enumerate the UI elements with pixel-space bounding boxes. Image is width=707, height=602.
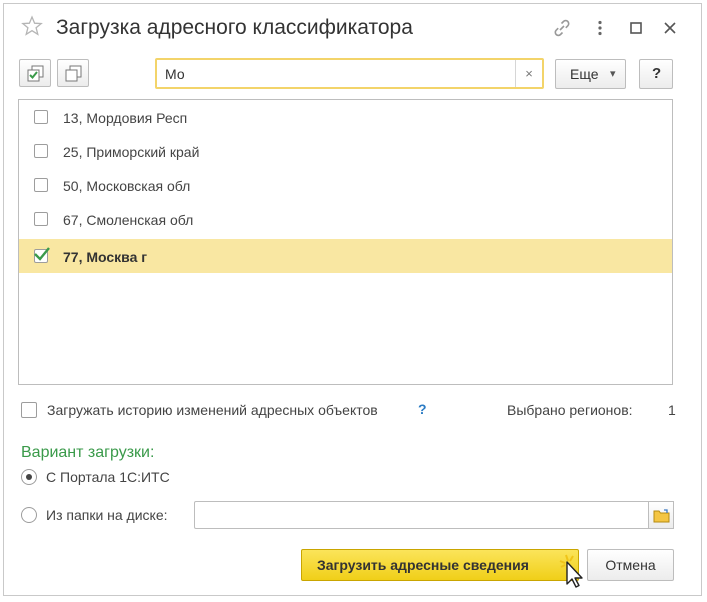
check-all-icon	[27, 65, 44, 82]
region-label: 13, Мордовия Респ	[63, 110, 188, 126]
load-address-button[interactable]: Загрузить адресные сведения	[301, 549, 579, 581]
checkmark-icon	[34, 247, 50, 261]
star-icon[interactable]	[21, 15, 43, 37]
history-help-icon[interactable]: ?	[418, 401, 427, 417]
region-checkbox[interactable]	[34, 144, 48, 158]
close-icon[interactable]	[660, 18, 680, 38]
history-label: Загружать историю изменений адресных объ…	[47, 402, 378, 418]
region-label: 77, Москва г	[63, 249, 148, 265]
more-button[interactable]: Еще ▾	[555, 59, 626, 89]
help-button[interactable]: ?	[639, 59, 673, 89]
region-label: 50, Московская обл	[63, 178, 191, 194]
list-item[interactable]: 50, Московская обл	[19, 168, 672, 202]
link-icon[interactable]	[552, 18, 572, 38]
uncheck-all-button[interactable]	[57, 59, 89, 87]
uncheck-all-icon	[65, 65, 82, 82]
maximize-icon[interactable]	[626, 18, 646, 38]
window-title: Загрузка адресного классификатора	[56, 16, 413, 39]
region-label: 67, Смоленская обл	[63, 212, 194, 228]
check-all-button[interactable]	[19, 59, 51, 87]
radio-portal[interactable]	[21, 469, 37, 485]
list-item[interactable]: 13, Мордовия Респ	[19, 100, 672, 134]
history-checkbox[interactable]	[21, 402, 37, 418]
region-label: 25, Приморский край	[63, 144, 200, 160]
radio-folder[interactable]	[21, 507, 37, 523]
regions-list[interactable]: 13, Мордовия Респ 25, Приморский край 50…	[18, 99, 673, 385]
chevron-down-icon: ▾	[610, 68, 616, 80]
more-vertical-icon[interactable]	[590, 18, 610, 38]
list-item[interactable]: 25, Приморский край	[19, 134, 672, 168]
folder-icon	[653, 509, 670, 523]
radio-selected-dot	[26, 474, 32, 480]
region-checkbox[interactable]	[34, 110, 48, 124]
clear-icon: ×	[525, 66, 533, 81]
list-item-selected[interactable]: 77, Москва г	[19, 239, 672, 273]
region-checkbox[interactable]	[34, 212, 48, 226]
more-button-label: Еще	[570, 66, 599, 82]
folder-browse-button[interactable]	[649, 501, 674, 529]
mouse-cursor-icon	[559, 554, 583, 588]
folder-path-input[interactable]	[194, 501, 649, 529]
radio-portal-label[interactable]: С Портала 1С:ИТС	[46, 469, 170, 485]
help-icon: ?	[652, 65, 662, 82]
selected-regions-count: 1	[668, 402, 676, 418]
radio-folder-label[interactable]: Из папки на диске:	[46, 507, 168, 523]
toolbar: × Еще ▾ ?	[4, 56, 701, 92]
search-input[interactable]	[165, 65, 505, 83]
selected-regions-label: Выбрано регионов:	[507, 402, 633, 418]
history-row: Загружать историю изменений адресных объ…	[21, 400, 681, 420]
search-box: ×	[155, 58, 544, 89]
cancel-button[interactable]: Отмена	[587, 549, 674, 581]
title-bar: Загрузка адресного классификатора	[4, 4, 701, 52]
dialog-window: Загрузка адресного классификатора Мо × Е…	[3, 3, 702, 596]
region-checkbox[interactable]	[34, 178, 48, 192]
search-clear-button[interactable]: ×	[515, 60, 542, 87]
load-variant-title: Вариант загрузки:	[21, 444, 155, 461]
list-item[interactable]: 67, Смоленская обл	[19, 202, 672, 236]
